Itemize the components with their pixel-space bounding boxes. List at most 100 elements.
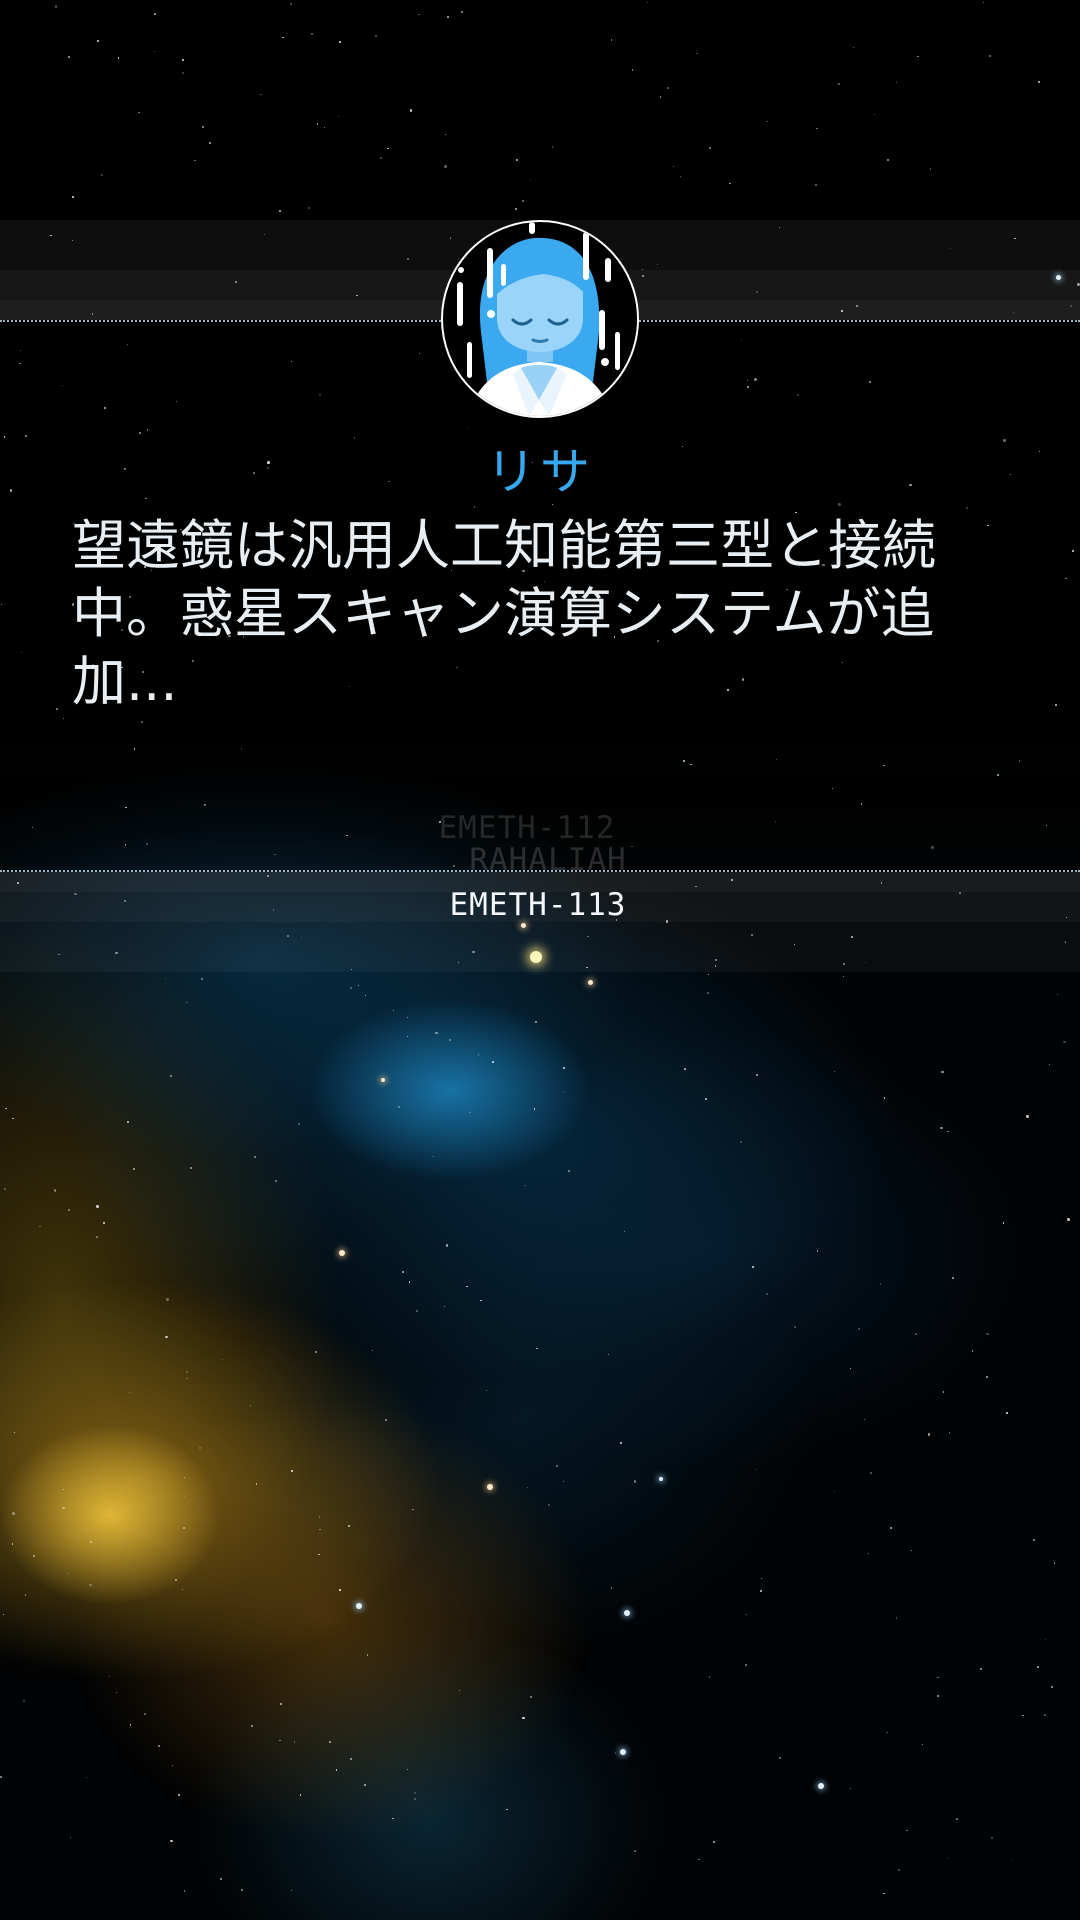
star — [175, 400, 177, 402]
star — [95, 1236, 98, 1239]
star — [551, 146, 554, 148]
star — [13, 1431, 15, 1433]
star — [956, 1818, 958, 1820]
star — [251, 1725, 253, 1727]
star — [291, 1470, 293, 1472]
star — [929, 168, 931, 170]
star — [175, 1578, 177, 1581]
star — [62, 1488, 64, 1490]
star — [1037, 1666, 1039, 1668]
star — [3, 1188, 6, 1190]
star — [350, 987, 352, 989]
star — [200, 977, 203, 981]
star — [1006, 1412, 1009, 1414]
star — [461, 11, 463, 13]
star — [705, 1097, 708, 1100]
star — [129, 1724, 132, 1726]
star — [607, 1353, 609, 1355]
star — [23, 1699, 25, 1702]
star — [996, 774, 999, 776]
star — [409, 109, 412, 112]
star — [55, 707, 58, 710]
star — [157, 1745, 160, 1747]
star — [12, 1117, 14, 1120]
bright-star — [381, 1078, 385, 1082]
star — [335, 1769, 338, 1771]
star — [1057, 993, 1059, 995]
dialogue-text[interactable]: 望遠鏡は汎用人工知能第三型と接続中。惑星スキャン演算システムが追加... — [72, 512, 1002, 716]
star — [357, 984, 359, 987]
star — [708, 146, 711, 149]
star — [515, 158, 518, 161]
star — [62, 717, 64, 719]
star — [672, 165, 674, 167]
star — [5, 1107, 7, 1109]
star — [796, 393, 800, 396]
star — [415, 1309, 418, 1312]
star — [366, 1653, 369, 1656]
star — [522, 199, 525, 202]
star — [1032, 1538, 1035, 1541]
star — [980, 1667, 983, 1670]
bright-star — [339, 1250, 345, 1256]
bright-star — [659, 1477, 663, 1481]
star — [947, 1130, 949, 1132]
star — [96, 39, 99, 42]
target-scan-band — [0, 922, 1080, 972]
star — [329, 1740, 332, 1743]
star — [506, 1808, 508, 1811]
star — [182, 59, 184, 61]
star — [101, 173, 104, 176]
star — [895, 81, 897, 83]
star — [610, 1587, 612, 1589]
star — [32, 1554, 36, 1557]
speaker-avatar — [441, 220, 639, 418]
star — [765, 1292, 769, 1295]
target-label-current[interactable]: EMETH-113 — [0, 887, 1080, 923]
star — [279, 1739, 281, 1742]
star — [890, 1526, 893, 1529]
star — [683, 760, 685, 763]
star — [170, 1074, 173, 1077]
bright-star — [487, 1484, 493, 1490]
star — [679, 175, 682, 177]
star — [290, 3, 293, 5]
star — [279, 1702, 283, 1705]
star — [240, 748, 243, 750]
star — [125, 806, 127, 809]
bright-star — [620, 1749, 626, 1755]
star — [793, 1325, 796, 1328]
star — [297, 1122, 300, 1125]
star — [942, 1391, 945, 1393]
star — [392, 1009, 394, 1011]
star — [154, 13, 156, 15]
bright-star — [624, 1610, 630, 1616]
star — [1067, 1218, 1070, 1221]
star — [882, 764, 885, 767]
star — [940, 1126, 943, 1130]
star — [182, 1588, 184, 1590]
star — [895, 1617, 898, 1619]
star — [350, 1758, 352, 1760]
star — [413, 1791, 417, 1794]
star — [183, 1526, 186, 1529]
star — [282, 36, 284, 39]
woman-portrait-icon — [457, 222, 620, 416]
star — [316, 123, 319, 125]
star — [778, 1756, 781, 1759]
star — [473, 506, 476, 508]
star — [535, 1021, 537, 1023]
star — [941, 1070, 944, 1074]
star — [707, 992, 709, 994]
star — [886, 158, 890, 161]
star — [1026, 1115, 1029, 1118]
star — [54, 5, 58, 8]
star — [307, 206, 310, 209]
game-screen[interactable]: リサ 望遠鏡は汎用人工知能第三型と接続中。惑星スキャン演算システムが追加... … — [0, 0, 1080, 1920]
star — [138, 111, 140, 113]
star — [1002, 1222, 1005, 1224]
star — [1043, 1713, 1046, 1716]
star — [921, 1743, 923, 1745]
star — [185, 1001, 188, 1004]
star — [491, 1061, 494, 1064]
